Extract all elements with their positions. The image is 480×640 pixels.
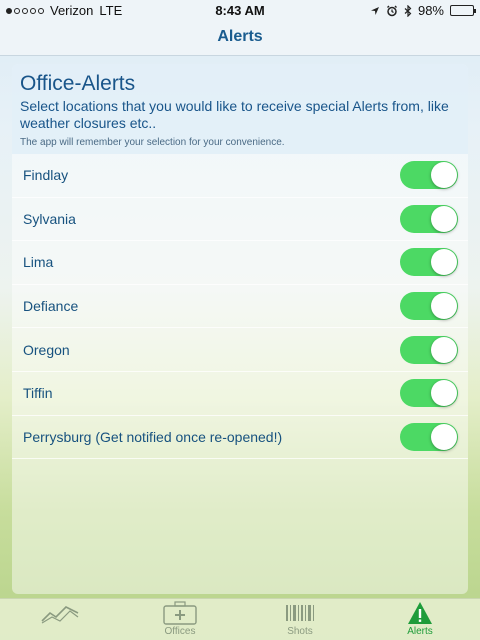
location-row: Findlay [12,154,468,198]
location-label: Tiffin [23,385,53,402]
tab-shots[interactable]: Shots [240,599,360,640]
alarm-icon [386,5,397,16]
chart-line-icon [40,600,80,626]
status-right: 98% [370,3,476,18]
page-subtitle: Select locations that you would like to … [20,98,449,131]
page-note: The app will remember your selection for… [20,137,285,148]
alert-toggle[interactable] [400,335,458,364]
toggle-knob [431,423,457,450]
alert-toggle[interactable] [400,292,458,321]
tab-chart[interactable] [0,599,120,640]
toggle-knob [431,336,457,363]
location-row: Perrysburg (Get notified once re-opened!… [12,416,468,460]
bluetooth-icon [404,4,412,17]
barcode-icon [285,600,315,626]
nav-title: Alerts [217,28,263,45]
toggle-knob [431,380,457,407]
tab-bar: Offices Shots Alerts [0,598,480,640]
location-list: Findlay Sylvania Lima Defiance Oregon Ti… [12,154,468,460]
alert-toggle[interactable] [400,379,458,408]
warning-icon [407,600,433,626]
toggle-knob [431,205,457,232]
tab-label: Alerts [407,626,433,637]
alert-toggle[interactable] [400,161,458,190]
first-aid-kit-icon [162,600,198,626]
location-arrow-icon [370,6,379,15]
battery-percent: 98% [417,3,444,18]
toggle-knob [431,249,457,276]
alert-toggle[interactable] [400,248,458,277]
location-row: Sylvania [12,198,468,242]
toggle-knob [431,293,457,320]
location-label: Sylvania [23,210,76,227]
battery-icon [450,5,476,16]
location-row: Oregon [12,328,468,372]
alerts-card: Office-Alerts Select locations that you … [12,64,468,594]
location-label: Perrysburg (Get notified once re-opened!… [23,428,283,445]
page-title: Office-Alerts [20,72,136,95]
toggle-knob [431,162,457,189]
tab-label: Offices [164,626,196,637]
alert-toggle[interactable] [400,204,458,233]
tab-label: Shots [287,626,313,637]
location-label: Findlay [23,167,69,184]
nav-bar: Alerts [0,20,480,56]
location-label: Oregon [23,341,70,358]
status-bar: Verizon LTE 8:43 AM 98% [0,0,480,20]
location-row: Lima [12,241,468,285]
tab-offices[interactable]: Offices [120,599,240,640]
location-label: Lima [23,254,54,271]
location-row: Defiance [12,285,468,329]
alerts-header: Office-Alerts Select locations that you … [12,64,468,154]
location-row: Tiffin [12,372,468,416]
tab-alerts[interactable]: Alerts [360,599,480,640]
alert-toggle[interactable] [400,422,458,451]
location-label: Defiance [23,298,79,315]
